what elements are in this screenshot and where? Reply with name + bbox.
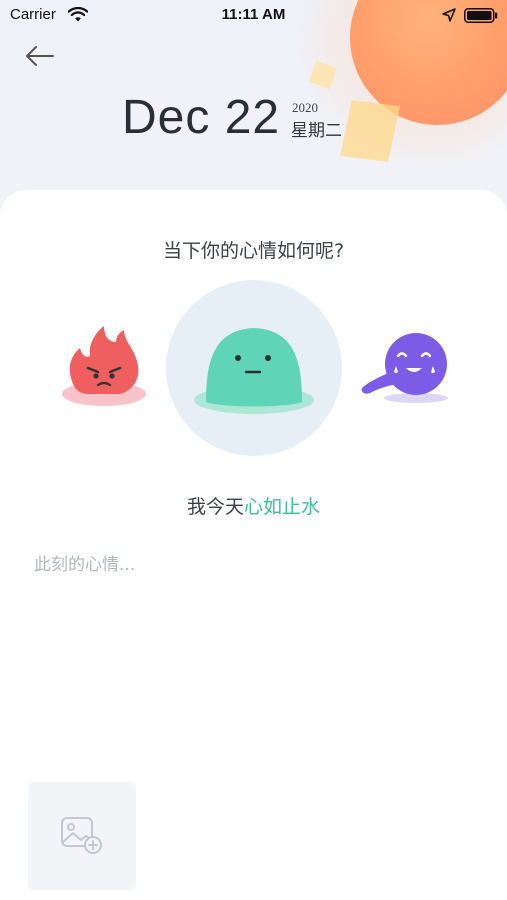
weekday-label: 星期二 [291, 121, 342, 141]
location-icon [442, 8, 456, 22]
year-label: 2020 [292, 100, 318, 115]
add-image-icon [61, 817, 102, 854]
mood-note-input[interactable] [34, 550, 474, 750]
status-time: 11:11 AM [221, 6, 286, 23]
mood-caption-prefix: 我今天 [186, 496, 244, 518]
mood-selector [0, 270, 507, 456]
calm-blob-face-icon [194, 328, 314, 414]
angry-fire-face-icon[interactable] [60, 320, 152, 410]
mood-question: 当下你的心情如何呢? [162, 240, 345, 262]
status-bar: Carrier 11:11 AM [0, 0, 507, 30]
mood-caption: 我今天心如止水 [0, 492, 507, 519]
happy-ghost-face-icon[interactable] [356, 326, 450, 406]
date-label: Dec 22 [122, 91, 281, 144]
back-button[interactable] [22, 40, 58, 72]
arrow-left-icon [26, 46, 54, 66]
mood-caption-highlight: 心如止水 [244, 496, 321, 518]
battery-icon [464, 8, 498, 23]
add-photo-button[interactable] [28, 782, 136, 890]
